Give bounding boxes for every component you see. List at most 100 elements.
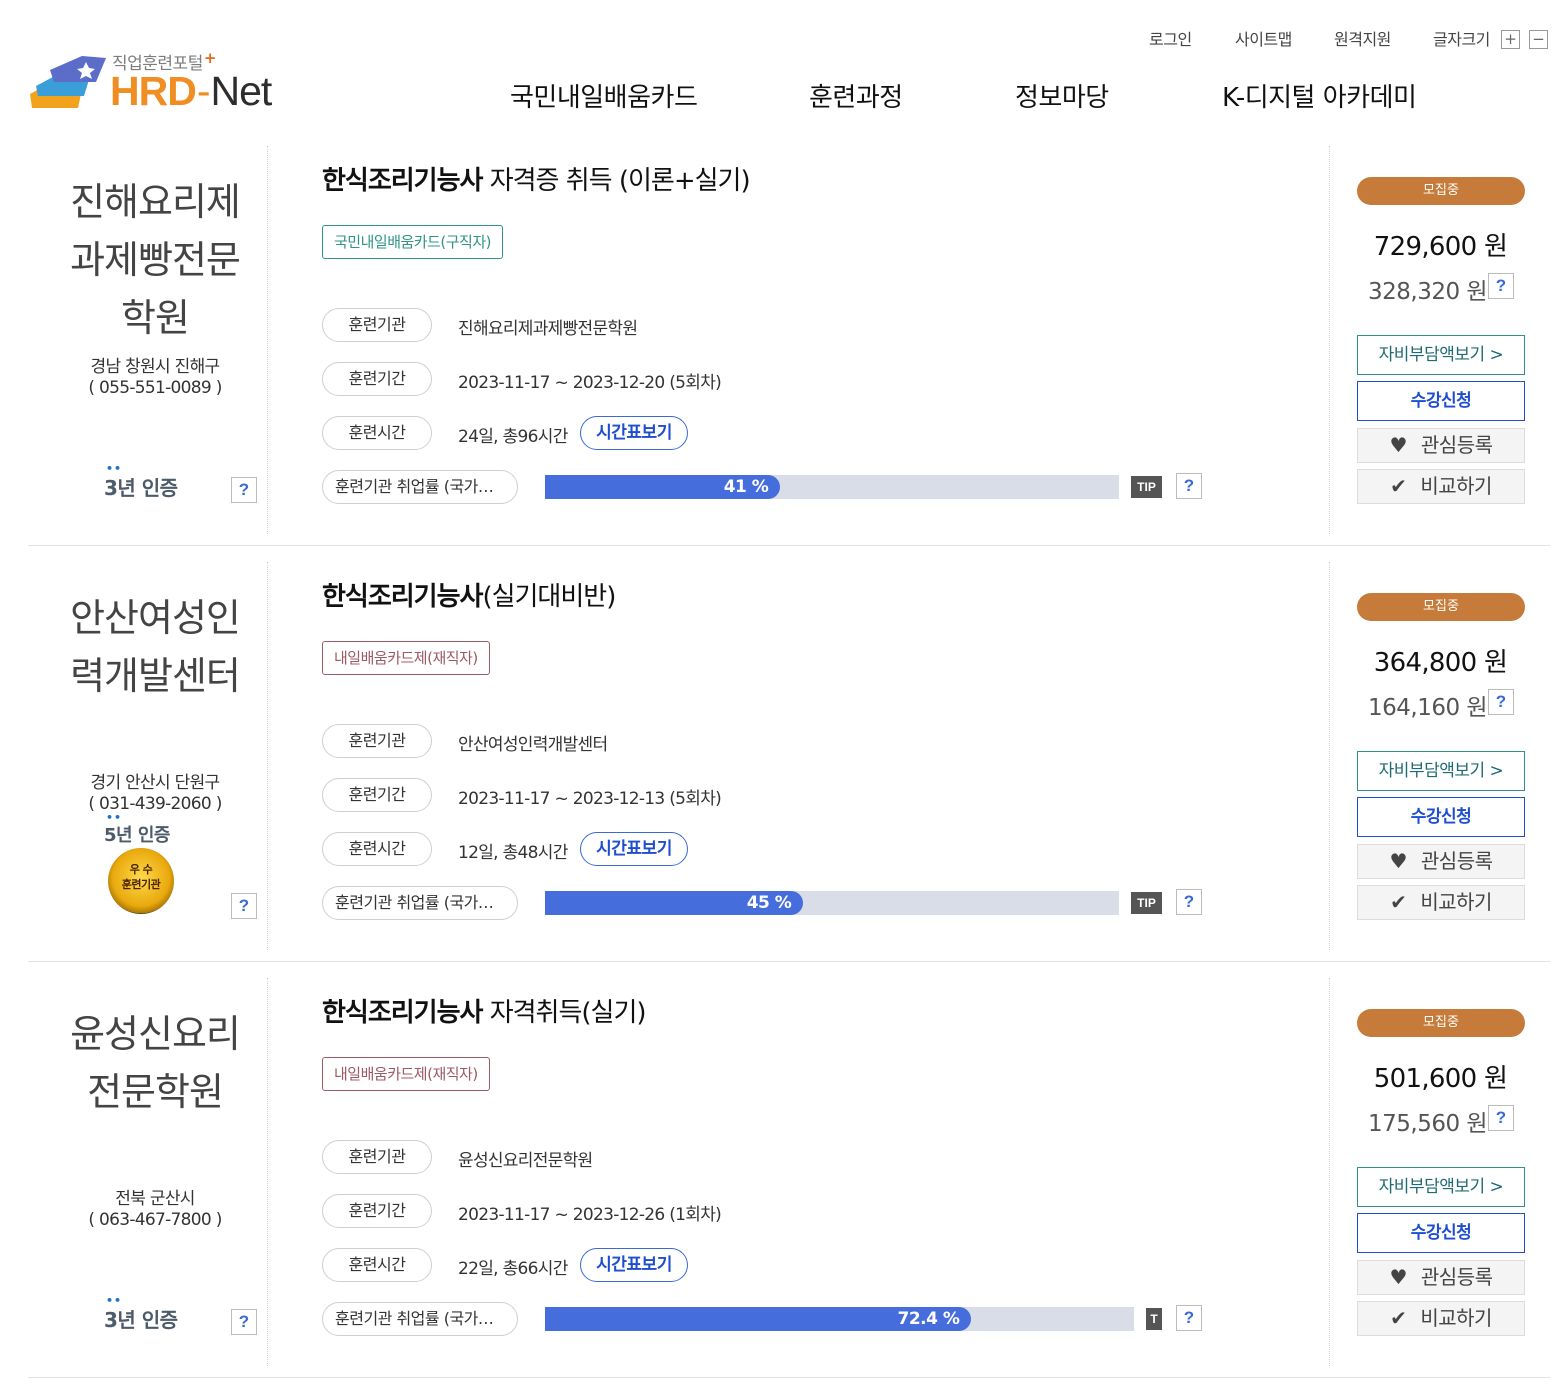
login-link[interactable]: 로그인: [1149, 26, 1192, 50]
course-price: 729,600 원: [1373, 232, 1508, 262]
course-card: 진해요리제 과제빵전문 학원 경남 창원시 진해구 ( 055-551-0089…: [28, 146, 1550, 546]
remote-support-link[interactable]: 원격지원: [1334, 26, 1391, 50]
institution-name[interactable]: 윤성신요리 전문학원: [28, 1005, 282, 1121]
course-price: 501,600 원: [1373, 1064, 1508, 1094]
institution-column: 안산여성인 력개발센터 경기 안산시 단원구 ( 031-439-2060 ) …: [28, 562, 268, 950]
period-value: 2023-11-17 ~ 2023-12-20 (5회차): [458, 373, 722, 393]
funding-type-tag: 국민내일배움카드(구직자): [322, 225, 504, 259]
institution-name[interactable]: 안산여성인 력개발센터: [28, 589, 282, 705]
timetable-button[interactable]: 시간표보기: [580, 832, 688, 866]
employment-rate-bar: 45 %: [545, 891, 1119, 915]
interest-button[interactable]: ♥ 관심등록: [1357, 428, 1525, 463]
nav-tomorrow-card[interactable]: 국민내일배움카드: [510, 77, 698, 114]
hrd-net-logo[interactable]: 직업훈련포털+ HRD-Net: [26, 46, 296, 116]
employment-help-button[interactable]: ?: [1176, 1305, 1202, 1331]
course-price: 364,800 원: [1373, 648, 1508, 678]
compare-button[interactable]: ✔ 비교하기: [1357, 469, 1525, 504]
price-action-column: 모집중 729,600 원 328,320 원 ? 자비부담액보기 > 수강신청…: [1329, 146, 1550, 534]
institution-phone: ( 031-439-2060 ): [88, 794, 222, 814]
apply-button[interactable]: 수강신청: [1357, 381, 1525, 421]
certification-help-button[interactable]: ?: [231, 477, 257, 503]
logo-mark-icon: [30, 56, 106, 108]
self-pay-button[interactable]: 자비부담액보기 >: [1357, 751, 1525, 791]
self-pay-price: 328,320 원: [1368, 279, 1488, 305]
institution-address: 경기 안산시 단원구 ( 031-439-2060 ): [28, 773, 282, 815]
employment-rate-bar: 72.4 %: [545, 1307, 1134, 1331]
course-card: 안산여성인 력개발센터 경기 안산시 단원구 ( 031-439-2060 ) …: [28, 562, 1550, 962]
status-badge: 모집중: [1357, 1009, 1525, 1037]
institution-address: 경남 창원시 진해구 ( 055-551-0089 ): [28, 357, 282, 399]
price-help-button[interactable]: ?: [1488, 689, 1514, 715]
employment-rate-value: 72.4 %: [897, 1309, 960, 1329]
period-label: 훈련기간: [322, 778, 432, 812]
tip-button[interactable]: TIP: [1131, 476, 1162, 498]
timetable-button[interactable]: 시간표보기: [580, 416, 688, 450]
excellent-institution-medal: 우 수 훈련기관: [108, 848, 174, 914]
heart-icon: ♥: [1389, 849, 1407, 873]
nav-k-digital[interactable]: K-디지털 아카데미: [1222, 77, 1417, 114]
institution-column: 윤성신요리 전문학원 전북 군산시 ( 063-467-7800 ) 3년 인증…: [28, 978, 268, 1366]
self-pay-price: 164,160 원: [1368, 695, 1488, 721]
course-title[interactable]: 한식조리기능사 자격취득(실기): [322, 992, 647, 1029]
price-action-column: 모집중 501,600 원 175,560 원 ? 자비부담액보기 > 수강신청…: [1329, 978, 1550, 1366]
price-help-button[interactable]: ?: [1488, 273, 1514, 299]
self-pay-button[interactable]: 자비부담액보기 >: [1357, 335, 1525, 375]
period-label: 훈련기간: [322, 362, 432, 396]
hours-label: 훈련시간: [322, 832, 432, 866]
employment-rate-label: 훈련기관 취업률 (국가…: [322, 1302, 518, 1336]
zoom-in-button[interactable]: +: [1501, 30, 1520, 49]
apply-button[interactable]: 수강신청: [1357, 797, 1525, 837]
nav-info[interactable]: 정보마당: [1015, 77, 1109, 114]
employment-help-button[interactable]: ?: [1176, 889, 1202, 915]
tip-button[interactable]: T: [1146, 1308, 1162, 1330]
institution-value: 윤성신요리전문학원: [458, 1151, 593, 1171]
employment-rate-value: 41 %: [723, 477, 769, 497]
check-icon: ✔: [1390, 890, 1407, 914]
self-pay-price: 175,560 원: [1368, 1111, 1488, 1137]
institution-phone: ( 063-467-7800 ): [88, 1210, 222, 1230]
price-help-button[interactable]: ?: [1488, 1105, 1514, 1131]
logo-wordmark: HRD-Net: [110, 68, 272, 114]
employment-help-button[interactable]: ?: [1176, 473, 1202, 499]
course-card: 윤성신요리 전문학원 전북 군산시 ( 063-467-7800 ) 3년 인증…: [28, 978, 1550, 1378]
zoom-out-button[interactable]: −: [1529, 30, 1548, 49]
institution-label: 훈련기관: [322, 308, 432, 342]
apply-button[interactable]: 수강신청: [1357, 1213, 1525, 1253]
nav-courses[interactable]: 훈련과정: [809, 77, 903, 114]
institution-name[interactable]: 진해요리제 과제빵전문 학원: [28, 173, 282, 347]
compare-button[interactable]: ✔ 비교하기: [1357, 885, 1525, 920]
funding-type-tag: 내일배움카드제(재직자): [322, 1057, 490, 1091]
sitemap-link[interactable]: 사이트맵: [1235, 26, 1292, 50]
compare-button[interactable]: ✔ 비교하기: [1357, 1301, 1525, 1336]
employment-rate-label: 훈련기관 취업률 (국가…: [322, 470, 518, 504]
course-title[interactable]: 한식조리기능사(실기대비반): [322, 576, 616, 613]
hours-label: 훈련시간: [322, 1248, 432, 1282]
employment-rate-fill: 45 %: [545, 891, 804, 915]
heart-icon: ♥: [1389, 433, 1407, 457]
hours-label: 훈련시간: [322, 416, 432, 450]
certification-badge: 3년 인증: [104, 472, 178, 501]
employment-rate-label: 훈련기관 취업률 (국가…: [322, 886, 518, 920]
hours-value: 24일, 총96시간: [458, 427, 568, 447]
site-header: 직업훈련포털+ HRD-Net 로그인 사이트맵 원격지원 글자크기 + − 국…: [0, 0, 1556, 140]
hours-value: 12일, 총48시간: [458, 843, 568, 863]
interest-button[interactable]: ♥ 관심등록: [1357, 844, 1525, 879]
institution-address: 전북 군산시 ( 063-467-7800 ): [28, 1189, 282, 1231]
font-size-label: 글자크기: [1433, 30, 1490, 49]
course-title[interactable]: 한식조리기능사 자격증 취득 (이론+실기): [322, 160, 751, 197]
period-value: 2023-11-17 ~ 2023-12-13 (5회차): [458, 789, 722, 809]
institution-phone: ( 055-551-0089 ): [88, 378, 222, 398]
certification-badge: 3년 인증: [104, 1304, 178, 1333]
self-pay-button[interactable]: 자비부담액보기 >: [1357, 1167, 1525, 1207]
certification-help-button[interactable]: ?: [231, 1309, 257, 1335]
timetable-button[interactable]: 시간표보기: [580, 1248, 688, 1282]
certification-help-button[interactable]: ?: [231, 893, 257, 919]
employment-rate-value: 45 %: [746, 893, 792, 913]
institution-label: 훈련기관: [322, 1140, 432, 1174]
status-badge: 모집중: [1357, 593, 1525, 621]
interest-button[interactable]: ♥ 관심등록: [1357, 1260, 1525, 1295]
status-badge: 모집중: [1357, 177, 1525, 205]
institution-column: 진해요리제 과제빵전문 학원 경남 창원시 진해구 ( 055-551-0089…: [28, 146, 268, 534]
employment-rate-fill: 41 %: [545, 475, 781, 499]
tip-button[interactable]: TIP: [1131, 892, 1162, 914]
